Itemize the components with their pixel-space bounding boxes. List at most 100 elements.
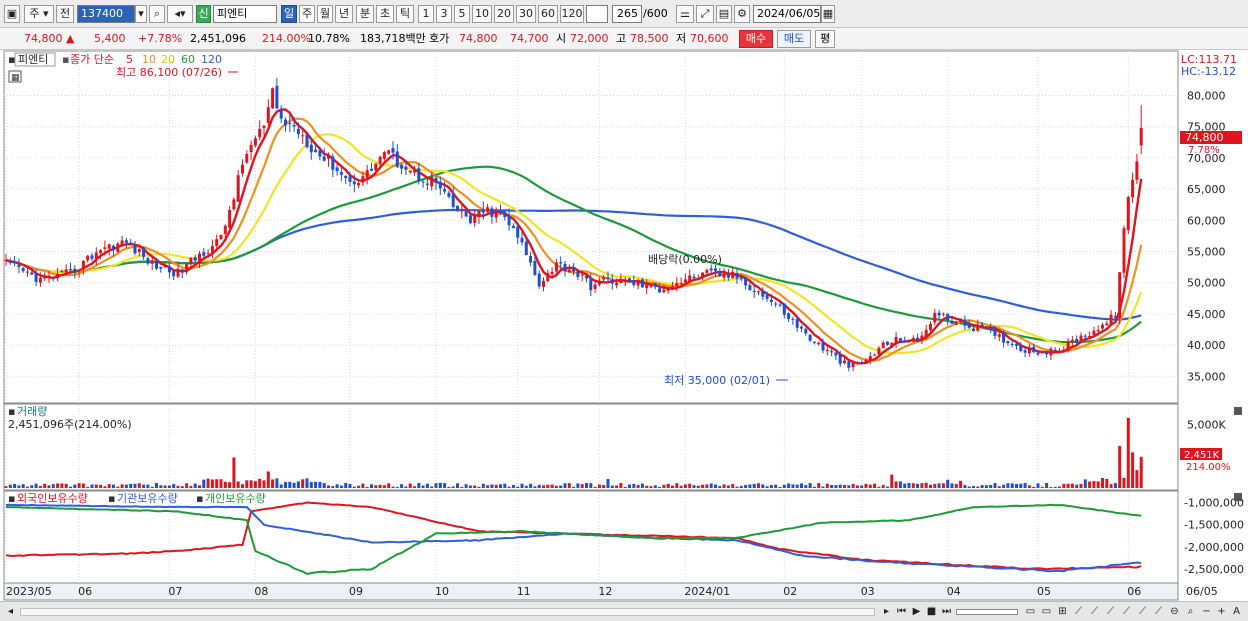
volume-panel-close-icon[interactable] (1234, 407, 1242, 415)
code-dropdown-icon[interactable]: ▾ (135, 5, 147, 23)
candle-body (585, 275, 588, 279)
prev-toggle[interactable]: 전 (56, 5, 74, 23)
zoom-out-icon[interactable]: ⊖ (1168, 605, 1181, 618)
stock-name-field[interactable]: 피엔티 (213, 5, 277, 23)
holding-panel-close-icon[interactable] (1234, 493, 1242, 501)
volume-bar (645, 485, 649, 488)
interval-30-button[interactable]: 30 (516, 5, 536, 23)
volume-bar (34, 483, 38, 488)
save-icon[interactable]: ▤ (716, 5, 732, 23)
candle-body (159, 266, 163, 269)
period-year-button[interactable]: 년 (335, 5, 353, 23)
volume-bar (159, 485, 163, 488)
hc-value: HC:-13.12 (1181, 65, 1236, 78)
candle-body (348, 176, 352, 182)
zoom-area-icon[interactable]: ▭ (1040, 605, 1053, 618)
zoom-slider[interactable] (956, 609, 1018, 615)
next-page-icon[interactable]: ⏭ (940, 605, 953, 618)
volume-info: 2,451,096주(214.00%) (8, 418, 132, 431)
scroll-right-icon[interactable]: ▸ (880, 605, 893, 618)
magnify-icon[interactable]: ⌕ (1184, 605, 1197, 618)
volume-bar (920, 483, 924, 488)
plus-icon[interactable]: + (1215, 605, 1228, 618)
stop-icon[interactable]: ■ (925, 605, 938, 618)
volume-bar (447, 486, 451, 488)
period-tick-button[interactable]: 틱 (396, 5, 414, 23)
ma5-label: 5 (126, 53, 133, 66)
legend-marker-2: ▪ (62, 53, 69, 66)
volume-bar (314, 481, 318, 488)
individual-label: 개인보유수량 (205, 492, 266, 505)
market-select[interactable]: 주 ▾ (24, 5, 54, 23)
erase-tool-icon[interactable]: ⟋ (1152, 605, 1165, 618)
candle-body (425, 183, 429, 185)
time-tick-label: 10 (435, 585, 449, 598)
channel-tool-icon[interactable]: ⟋ (1120, 605, 1133, 618)
interval-3-button[interactable]: 3 (436, 5, 452, 23)
last-price-pct: 7.78% (1188, 145, 1220, 156)
volume-bar (546, 484, 550, 488)
draw-tool-icon[interactable]: ⤢ (696, 5, 714, 23)
candle-body (959, 319, 963, 322)
horizontal-scrollbar[interactable] (20, 608, 875, 616)
search-icon[interactable]: ⌕ (149, 5, 165, 23)
calendar-icon[interactable]: ▦ (821, 5, 835, 23)
speaker-icon[interactable]: ◂▾ (167, 5, 193, 23)
holding-marker-3: ▪ (196, 492, 203, 505)
candle-body (1118, 272, 1122, 319)
date-input[interactable]: 2024/06/05 (753, 5, 821, 23)
candle-body (499, 210, 502, 214)
candle-body (1058, 352, 1061, 354)
volume-bar (77, 483, 81, 488)
interval-10-button[interactable]: 10 (472, 5, 492, 23)
candle-body (1015, 343, 1018, 346)
fib-tool-icon[interactable]: ⟋ (1104, 605, 1117, 618)
turnover-rate: 10.78% (308, 32, 350, 45)
period-minute-button[interactable]: 분 (356, 5, 374, 23)
gear-icon[interactable]: ⚙ (734, 5, 750, 23)
bar-count-input[interactable]: 265 (612, 5, 642, 23)
candle-body (696, 279, 700, 281)
trend-tool-icon[interactable]: ⟋ (1088, 605, 1101, 618)
period-second-button[interactable]: 초 (376, 5, 394, 23)
candle-body (219, 234, 223, 240)
volume-bar (490, 484, 494, 488)
window-menu-icon[interactable]: ▣ (4, 5, 20, 23)
interval-custom-input[interactable] (586, 5, 608, 23)
interval-1-button[interactable]: 1 (418, 5, 434, 23)
scroll-left-icon[interactable]: ◂ (4, 605, 17, 618)
volume-bar (4, 486, 8, 488)
period-day-button[interactable]: 일 (281, 5, 297, 23)
volume-bar (133, 483, 137, 488)
avg-button[interactable]: 평 (815, 30, 835, 48)
zoom-box-icon[interactable]: ▭ (1024, 605, 1037, 618)
chart-settings-icon[interactable]: ⚌ (676, 5, 694, 23)
new-listing-badge: 신 (196, 5, 211, 23)
period-month-button[interactable]: 월 (317, 5, 333, 23)
stock-chart[interactable]: 80,00075,00070,00065,00060,00055,00050,0… (0, 50, 1248, 601)
interval-120-button[interactable]: 120 (560, 5, 584, 23)
period-week-button[interactable]: 주 (299, 5, 315, 23)
crosshair-icon[interactable]: ⊞ (1056, 605, 1069, 618)
candle-body (997, 334, 1001, 337)
play-icon[interactable]: ▶ (910, 605, 923, 618)
minus-icon[interactable]: − (1200, 605, 1213, 618)
text-tool-icon[interactable]: ⟋ (1136, 605, 1149, 618)
volume-bar (172, 484, 176, 488)
interval-60-button[interactable]: 60 (538, 5, 558, 23)
volume-bar (726, 485, 730, 488)
line-tool-icon[interactable]: ⟋ (1072, 605, 1085, 618)
interval-20-button[interactable]: 20 (494, 5, 514, 23)
institution-label: 기관보유수량 (117, 492, 178, 505)
volume-bar (1079, 483, 1083, 488)
volume-bar (245, 480, 249, 488)
buy-button[interactable]: 매수 (739, 30, 773, 48)
volume-bar (929, 484, 932, 488)
candle-body (1131, 179, 1135, 198)
font-size-icon[interactable]: A (1230, 605, 1243, 618)
interval-5-button[interactable]: 5 (454, 5, 470, 23)
volume-bar (550, 484, 554, 488)
first-page-icon[interactable]: ⏮ (895, 605, 908, 618)
sell-button[interactable]: 매도 (777, 30, 811, 48)
stock-code-input[interactable]: 137400 (77, 5, 135, 23)
